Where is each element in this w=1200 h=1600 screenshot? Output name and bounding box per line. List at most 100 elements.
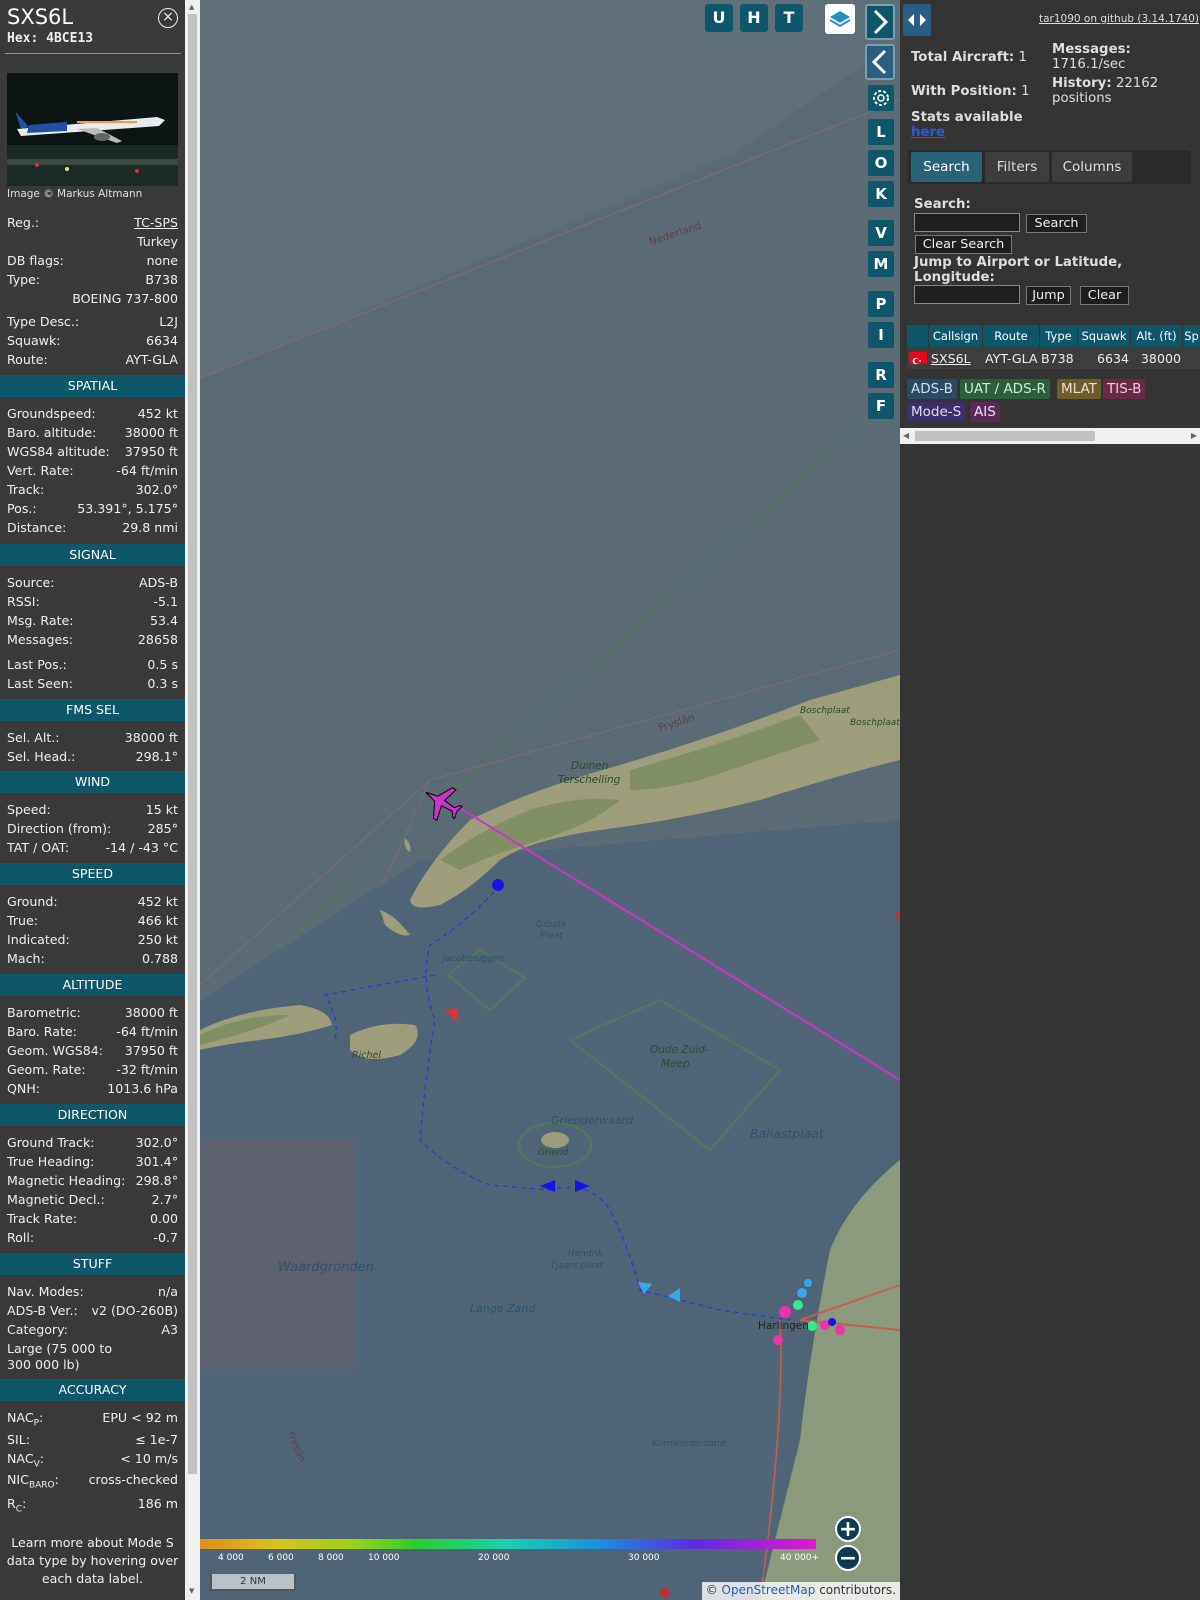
route-row: Route: AYT-GLA — [7, 352, 178, 371]
sel-alt-label: Sel. Alt.: — [7, 730, 60, 745]
clear-button[interactable]: Clear — [1080, 286, 1129, 305]
vert-rate-value: -64 ft/min — [116, 463, 178, 478]
toggle-h-button[interactable]: H — [740, 4, 768, 32]
hscroll-thumb[interactable] — [915, 431, 1095, 441]
layers-icon[interactable] — [825, 4, 855, 34]
sel-head-row: Sel. Head.: 298.1° — [7, 749, 178, 768]
toggle-p-button[interactable]: P — [868, 291, 894, 317]
msg-rate-row: Msg. Rate: 53.4 — [7, 613, 178, 632]
stats-link[interactable]: here — [911, 125, 945, 140]
rssi-row: RSSI: -5.1 — [7, 594, 178, 613]
column-type[interactable]: Type — [1040, 325, 1078, 347]
map-canvas[interactable] — [200, 0, 900, 1600]
jump-input[interactable] — [914, 285, 1020, 304]
toggle-u-button[interactable]: U — [705, 4, 733, 32]
row-callsign[interactable]: SXS6L — [931, 348, 971, 369]
close-icon[interactable]: × — [158, 8, 178, 28]
vessel-dot-2 — [797, 1288, 807, 1298]
barometric-label: Barometric: — [7, 1005, 81, 1020]
nacp-label: NACP: — [7, 1410, 44, 1429]
help-line-2: data type by hovering over — [6, 1553, 179, 1568]
colorbar-label-3: 8 000 — [318, 1553, 344, 1563]
toggle-o-button[interactable]: O — [868, 150, 894, 176]
scrollbar-thumb[interactable] — [188, 14, 197, 1474]
infopanel-scrollbar[interactable]: ▲ ▼ — [185, 0, 200, 1600]
clear-search-button[interactable]: Clear Search — [915, 235, 1012, 254]
true-speed-label: True: — [7, 913, 38, 928]
expand-right-icon[interactable] — [865, 4, 895, 40]
typedesc-row: Type Desc.: L2J — [7, 314, 178, 333]
sel-head-value: 298.1° — [135, 749, 178, 764]
osm-link[interactable]: OpenStreetMap — [722, 1583, 816, 1597]
label-kornwerderzand: Kornwerderzand — [652, 1439, 726, 1449]
tat-label: TAT / OAT: — [7, 840, 70, 855]
groundspeed-label: Groundspeed: — [7, 406, 96, 421]
turkey-flag-icon — [909, 352, 927, 365]
map-view[interactable]: Nederland Fryslân Duinen Terschelling Bo… — [200, 0, 900, 1600]
ground-speed-value: 452 kt — [137, 894, 178, 909]
mag-heading-value: 298.8° — [135, 1173, 178, 1188]
toggle-m-button[interactable]: M — [868, 251, 894, 277]
vessel-dot-1 — [779, 1306, 791, 1318]
ground-speed-label: Ground: — [7, 894, 58, 909]
table-horizontal-scrollbar[interactable]: ◀ ▶ — [900, 428, 1200, 444]
last-pos-row: Last Pos.: 0.5 s — [7, 657, 178, 676]
jump-label-2: Longitude: — [914, 270, 995, 285]
toggle-k-button[interactable]: K — [868, 181, 894, 207]
search-label: Search: — [914, 197, 971, 212]
section-direction: DIRECTION — [0, 1104, 185, 1126]
qnh-value: 1013.6 hPa — [107, 1081, 178, 1096]
track-rate-row: Track Rate: 0.00 — [7, 1211, 178, 1230]
tab-filters[interactable]: Filters — [985, 152, 1049, 182]
label-plaat: Plaat — [540, 931, 563, 941]
messages-value: 28658 — [137, 632, 178, 647]
tab-search[interactable]: Search — [911, 152, 982, 182]
toggle-sidebar-icon[interactable] — [903, 4, 931, 36]
category-desc-2: 300 000 lb) — [7, 1357, 178, 1376]
search-button[interactable]: Search — [1026, 214, 1087, 233]
jump-button[interactable]: Jump — [1026, 286, 1071, 305]
sel-alt-row: Sel. Alt.: 38000 ft — [7, 730, 178, 749]
github-link[interactable]: tar1090 on github (3.14.1740) — [1039, 13, 1199, 25]
mach-label: Mach: — [7, 951, 45, 966]
toggle-l-button[interactable]: L — [868, 119, 894, 145]
zoom-in-icon[interactable]: + — [835, 1516, 861, 1542]
settings-gear-icon[interactable] — [868, 85, 894, 111]
mach-value: 0.788 — [141, 951, 178, 966]
wind-dir-row: Direction (from): 285° — [7, 821, 178, 840]
toggle-f-button[interactable]: F — [868, 393, 894, 419]
toggle-i-button[interactable]: I — [868, 322, 894, 348]
aircraft-photo[interactable] — [7, 73, 178, 186]
toggle-t-button[interactable]: T — [775, 4, 803, 32]
column-squawk[interactable]: Squawk — [1078, 325, 1131, 347]
tab-columns[interactable]: Columns — [1052, 152, 1132, 182]
category-desc-line1: Large (75 000 to — [7, 1341, 113, 1356]
nav-modes-row: Nav. Modes: n/a — [7, 1284, 178, 1303]
column-speed[interactable]: Sp — [1183, 325, 1200, 347]
dbflags-value: none — [146, 253, 178, 268]
scroll-left-icon[interactable]: ◀ — [903, 431, 909, 440]
messages-value: 1716.1/sec — [1052, 57, 1126, 72]
toggle-v-button[interactable]: V — [868, 220, 894, 246]
sil-value: ≤ 1e-7 — [135, 1432, 178, 1447]
scroll-down-icon[interactable]: ▼ — [189, 1587, 194, 1595]
category-row: Category: A3 — [7, 1322, 178, 1341]
collapse-left-icon[interactable] — [865, 44, 895, 80]
geom-wgs-row: Geom. WGS84: 37950 ft — [7, 1043, 178, 1062]
column-callsign[interactable]: Callsign — [929, 325, 983, 347]
section-wind: WIND — [0, 771, 185, 793]
baro-rate-label: Baro. Rate: — [7, 1024, 77, 1039]
distance-row: Distance: 29.8 nmi — [7, 520, 178, 539]
adsb-ver-row: ADS-B Ver.: v2 (DO-260B) — [7, 1303, 178, 1322]
search-input[interactable] — [914, 213, 1020, 232]
zoom-out-icon[interactable]: − — [835, 1545, 861, 1571]
scroll-right-icon[interactable]: ▶ — [1191, 431, 1197, 440]
column-route[interactable]: Route — [983, 325, 1040, 347]
column-altitude[interactable]: Alt. (ft) — [1131, 325, 1183, 347]
reg-link[interactable]: TC-SPS — [134, 215, 178, 230]
mag-decl-row: Magnetic Decl.: 2.7° — [7, 1192, 178, 1211]
row-route: AYT-GLA — [985, 351, 1038, 366]
geom-wgs-value: 37950 ft — [124, 1043, 178, 1058]
scroll-up-icon[interactable]: ▲ — [189, 3, 194, 11]
toggle-r-button[interactable]: R — [868, 362, 894, 388]
